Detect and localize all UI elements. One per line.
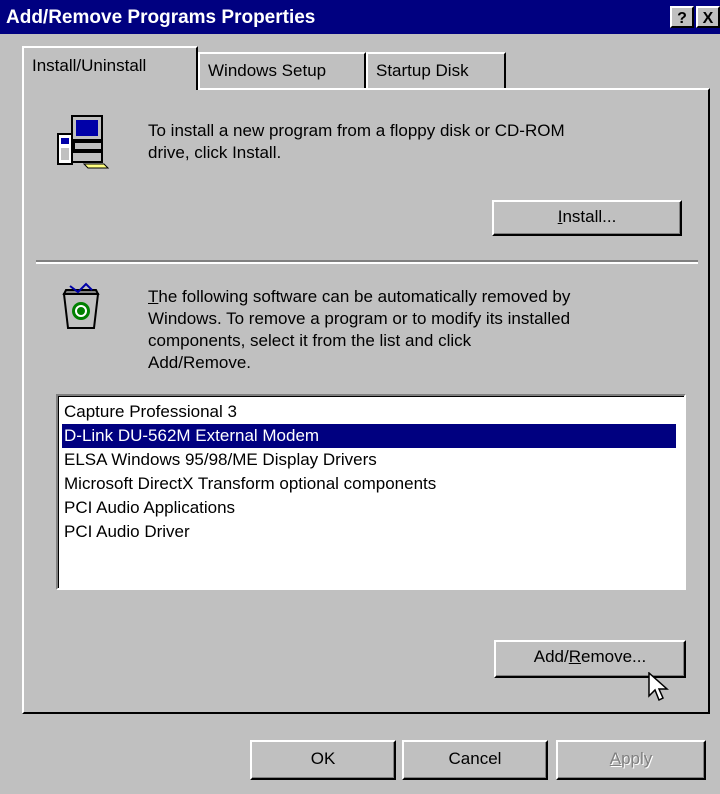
program-list-item-selected[interactable]: D-Link DU-562M External Modem xyxy=(62,424,676,448)
tab-install-uninstall[interactable]: Install/Uninstall xyxy=(22,46,198,90)
tab-windows-setup[interactable]: Windows Setup xyxy=(198,52,366,88)
computer-install-icon xyxy=(54,112,112,175)
install-text-line1: To install a new program from a floppy d… xyxy=(148,121,565,140)
remove-text-accel: T xyxy=(148,287,159,306)
programs-listbox[interactable]: Capture Professional 3 D-Link DU-562M Ex… xyxy=(56,394,686,590)
add-remove-label-post: emove... xyxy=(581,647,647,666)
recycle-bin-icon xyxy=(56,282,106,337)
remove-text-line4: Add/Remove. xyxy=(148,353,251,372)
program-list-item[interactable]: PCI Audio Applications xyxy=(62,496,684,520)
tab-startup-disk[interactable]: Startup Disk xyxy=(366,52,506,88)
tab-label: Install/Uninstall xyxy=(32,56,147,75)
title-bar[interactable]: Add/Remove Programs Properties ? X xyxy=(0,0,720,34)
program-list-item[interactable]: ELSA Windows 95/98/ME Display Drivers xyxy=(62,448,684,472)
program-list-item[interactable]: Microsoft DirectX Transform optional com… xyxy=(62,472,684,496)
close-button[interactable]: X xyxy=(696,6,720,28)
install-text-line2: drive, click Install. xyxy=(148,143,282,162)
tab-panel: To install a new program from a floppy d… xyxy=(22,88,710,714)
tab-label: Windows Setup xyxy=(208,61,327,80)
install-button-label: nstall... xyxy=(562,207,617,226)
program-list-item[interactable]: PCI Audio Driver xyxy=(62,520,684,544)
help-button[interactable]: ? xyxy=(670,6,694,28)
ok-button[interactable]: OK xyxy=(250,740,396,780)
apply-label-rest: pply xyxy=(621,749,653,768)
tab-label: Startup Disk xyxy=(376,61,469,80)
add-remove-accel: R xyxy=(568,647,582,666)
remove-text-rest: he following software can be automatical… xyxy=(158,287,571,306)
section-divider xyxy=(36,260,698,264)
program-list-item[interactable]: Capture Professional 3 xyxy=(62,400,684,424)
window-title: Add/Remove Programs Properties xyxy=(6,7,316,28)
install-button[interactable]: Install... xyxy=(492,200,682,236)
apply-accel: A xyxy=(609,749,622,768)
add-remove-label-pre: Add/ xyxy=(533,647,569,666)
remove-text-line3: components, select it from the list and … xyxy=(148,331,472,350)
remove-text-line1: The following software can be automatica… xyxy=(148,286,570,308)
dialog-window: Add/Remove Programs Properties ? X Insta… xyxy=(0,0,720,794)
remove-text-line2: Windows. To remove a program or to modif… xyxy=(148,309,571,328)
apply-button[interactable]: Apply xyxy=(556,740,706,780)
cancel-button[interactable]: Cancel xyxy=(402,740,548,780)
mouse-pointer-icon xyxy=(648,671,672,709)
